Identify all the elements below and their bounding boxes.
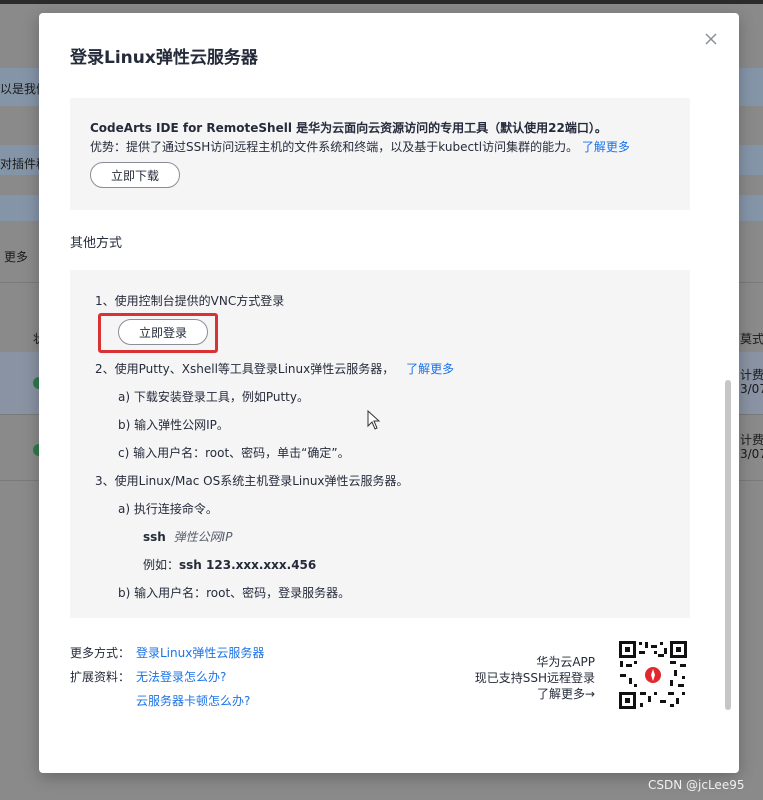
download-now-button[interactable]: 立即下载 [90, 162, 180, 188]
bg-text: 计费 [740, 433, 763, 447]
other-methods-panel: 1、使用控制台提供的VNC方式登录 立即登录 2、使用Putty、Xshell等… [70, 270, 690, 618]
bg-top-bar [0, 0, 763, 4]
app-title: 华为云APP [536, 655, 595, 669]
mouse-cursor-icon [367, 409, 381, 434]
remoteshell-desc: 优势：提供了通过SSH访问远程主机的文件系统和终端，以及基于kubectl访问集… [90, 140, 579, 154]
bg-text: 更多 [4, 250, 29, 264]
method-1-text: 1、使用控制台提供的VNC方式登录 [95, 294, 285, 308]
example-command: ssh 123.xxx.xxx.456 [179, 558, 317, 572]
app-ssh-support: 现已支持SSH远程登录 [474, 671, 595, 685]
ssh-command: ssh [143, 530, 166, 544]
bg-text: 计费 [740, 368, 763, 382]
close-icon[interactable] [701, 29, 721, 49]
extended-resources-label: 扩展资料： [70, 670, 131, 684]
more-methods-link[interactable]: 登录Linux弹性云服务器 [136, 644, 264, 661]
example-label: 例如： [143, 558, 180, 572]
bg-text: 3/07/1 [740, 447, 763, 461]
app-learn-more-link[interactable]: 了解更多→ [537, 685, 595, 702]
bg-text: 3/07/1 [740, 382, 763, 396]
qr-code-icon [618, 640, 688, 710]
method-2-line: 2、使用Putty、Xshell等工具登录Linux弹性云服务器， 了解更多 [95, 360, 454, 377]
remoteshell-desc-line: 优势：提供了通过SSH访问远程主机的文件系统和终端，以及基于kubectl访问集… [90, 138, 630, 155]
bg-text: 莫式 [740, 332, 763, 346]
login-dialog: 登录Linux弹性云服务器 CodeArts IDE for RemoteShe… [39, 13, 739, 773]
cannot-login-link[interactable]: 无法登录怎么办? [136, 668, 226, 685]
dialog-title: 登录Linux弹性云服务器 [70, 48, 258, 68]
watermark: CSDN @jcLee95 [648, 778, 745, 792]
remoteshell-headline: CodeArts IDE for RemoteShell 是华为云面向云资源访问… [90, 121, 607, 135]
method-3b-text: b) 输入用户名：root、密码，登录服务器。 [118, 586, 351, 600]
more-methods-label: 更多方式： [70, 646, 131, 660]
example-line: 例如：ssh 123.xxx.xxx.456 [143, 556, 316, 573]
remoteshell-panel: CodeArts IDE for RemoteShell 是华为云面向云资源访问… [70, 98, 690, 210]
method-3a-text: a) 执行连接命令。 [118, 502, 218, 516]
login-now-button[interactable]: 立即登录 [118, 319, 208, 345]
ssh-ip-placeholder: 弹性公网IP [173, 530, 233, 544]
server-lag-link[interactable]: 云服务器卡顿怎么办? [136, 692, 250, 709]
other-methods-title: 其他方式 [70, 236, 123, 251]
method-3-text: 3、使用Linux/Mac OS系统主机登录Linux弹性云服务器。 [95, 474, 409, 488]
remoteshell-learn-more-link[interactable]: 了解更多 [582, 140, 630, 154]
ssh-command-line: ssh 弹性公网IP [143, 528, 232, 545]
method-2a-text: a) 下载安装登录工具，例如Putty。 [118, 390, 309, 404]
method-2c-text: c) 输入用户名：root、密码，单击“确定”。 [118, 446, 350, 460]
method-2-learn-more-link[interactable]: 了解更多 [406, 362, 454, 376]
dialog-scrollbar[interactable] [725, 380, 731, 710]
method-2b-text: b) 输入弹性公网IP。 [118, 418, 229, 432]
method-2-text: 2、使用Putty、Xshell等工具登录Linux弹性云服务器， [95, 362, 395, 376]
